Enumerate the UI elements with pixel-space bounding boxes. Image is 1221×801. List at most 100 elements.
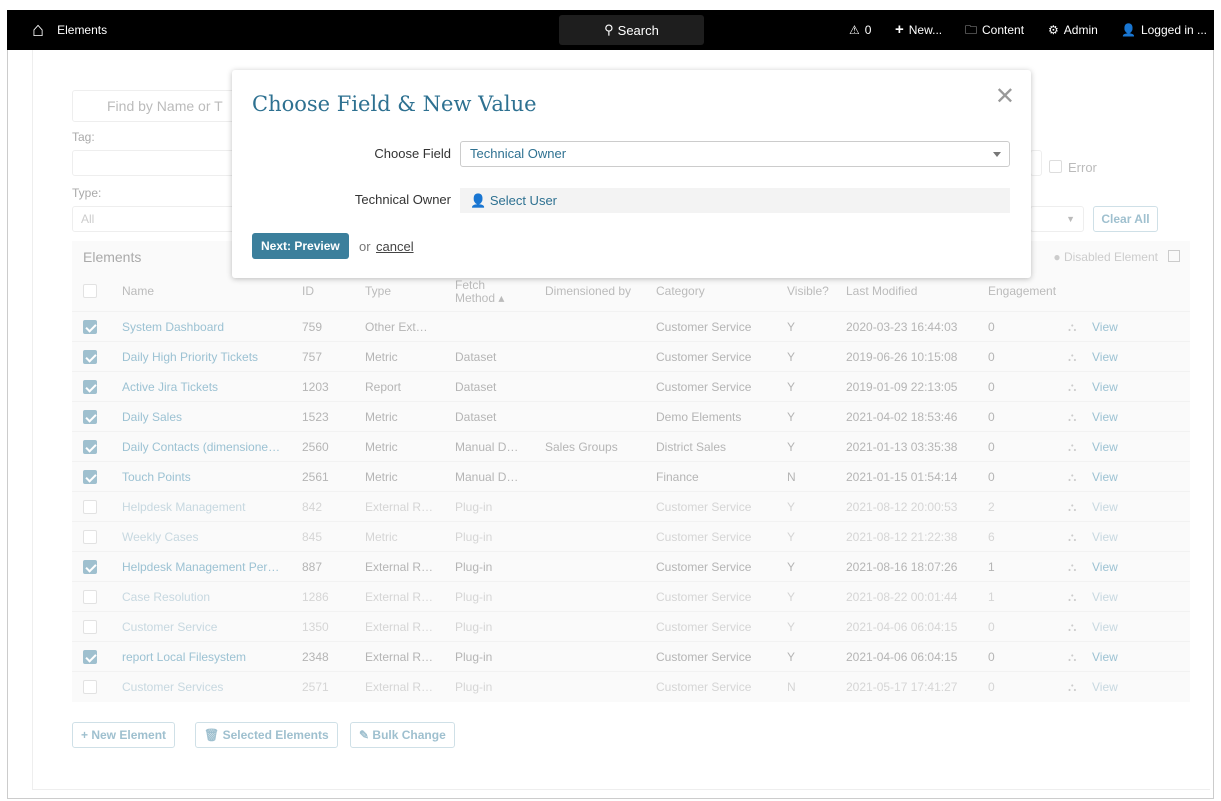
cell-fetch: Plug-in (455, 590, 493, 604)
cell-id: 2571 (302, 680, 329, 694)
cell-name[interactable]: Customer Service (122, 612, 292, 642)
cell-type: External R… (365, 590, 434, 604)
view-link[interactable]: View (1092, 552, 1118, 582)
home-link[interactable]: ⌂ Elements (32, 10, 107, 50)
search-input[interactable]: Find by Name or T (72, 90, 242, 122)
hierarchy-icon[interactable]: ⛬ (1068, 402, 1076, 432)
hierarchy-icon[interactable]: ⛬ (1068, 312, 1076, 342)
hierarchy-icon[interactable]: ⛬ (1068, 612, 1076, 642)
cell-name[interactable]: System Dashboard (122, 312, 292, 342)
cell-fetch: Dataset (455, 410, 497, 424)
cell-engagement: 0 (988, 440, 995, 454)
view-link[interactable]: View (1092, 342, 1118, 372)
row-checkbox[interactable] (83, 380, 97, 394)
new-button[interactable]: + New... (895, 10, 942, 50)
cell-type: Metric (365, 350, 398, 364)
row-checkbox[interactable] (83, 530, 97, 544)
view-link[interactable]: View (1092, 672, 1118, 702)
close-icon[interactable]: ✕ (995, 82, 1015, 111)
cell-visible: Y (787, 650, 796, 664)
view-link[interactable]: View (1092, 402, 1118, 432)
hierarchy-icon[interactable]: ⛬ (1068, 582, 1076, 612)
cell-name[interactable]: report Local Filesystem (122, 642, 292, 672)
hierarchy-icon[interactable]: ⛬ (1068, 372, 1076, 402)
cell-engagement: 0 (988, 620, 995, 634)
cell-engagement: 0 (988, 410, 995, 424)
view-link[interactable]: View (1092, 312, 1118, 342)
bulk-change-button[interactable]: ✎ Bulk Change (350, 722, 455, 748)
cancel-link[interactable]: cancel (376, 239, 414, 254)
row-checkbox[interactable] (83, 320, 97, 334)
cell-type: Metric (365, 440, 398, 454)
clear-all-button[interactable]: Clear All (1093, 206, 1158, 232)
cell-name[interactable]: Touch Points (122, 462, 292, 492)
view-link[interactable]: View (1092, 612, 1118, 642)
alerts-button[interactable]: ⚠ 0 (849, 10, 871, 50)
view-link[interactable]: View (1092, 432, 1118, 462)
selected-elements-button[interactable]: 🗑 Selected Elements (195, 722, 338, 748)
cell-name[interactable]: Daily Contacts (dimensione… (122, 432, 292, 462)
cell-engagement: 1 (988, 560, 995, 574)
select-arrow[interactable]: ▼ (1030, 206, 1084, 232)
view-link[interactable]: View (1092, 582, 1118, 612)
user-menu[interactable]: 👤 Logged in ... (1121, 10, 1207, 50)
row-checkbox[interactable] (83, 620, 97, 634)
hierarchy-icon[interactable]: ⛬ (1068, 342, 1076, 372)
row-checkbox[interactable] (83, 500, 97, 514)
col-name[interactable]: Name (122, 271, 154, 311)
search-button[interactable]: ⚲ Search (559, 15, 704, 45)
admin-button[interactable]: ⚙ Admin (1048, 10, 1098, 50)
view-link[interactable]: View (1092, 372, 1118, 402)
select-user-button[interactable]: 👤 Select User (460, 188, 1010, 213)
cell-name[interactable]: Helpdesk Management (122, 492, 292, 522)
row-checkbox[interactable] (83, 650, 97, 664)
cell-name[interactable]: Weekly Cases (122, 522, 292, 552)
cell-name[interactable]: Case Resolution (122, 582, 292, 612)
error-checkbox[interactable] (1049, 160, 1062, 173)
view-link[interactable]: View (1092, 462, 1118, 492)
cell-engagement: 0 (988, 320, 995, 334)
next-preview-button[interactable]: Next: Preview (252, 233, 349, 259)
row-checkbox[interactable] (83, 590, 97, 604)
tag-input[interactable] (72, 150, 242, 176)
cell-category: Customer Service (656, 560, 752, 574)
new-element-button[interactable]: + New Element (72, 722, 176, 748)
cell-visible: Y (787, 380, 796, 394)
hierarchy-icon[interactable]: ⛬ (1068, 462, 1076, 492)
row-checkbox[interactable] (83, 560, 97, 574)
hierarchy-icon[interactable]: ⛬ (1068, 432, 1076, 462)
trash-icon: 🗑 (204, 728, 220, 742)
cell-visible: Y (787, 590, 796, 604)
cell-type: Report (365, 380, 402, 394)
cell-visible: N (787, 680, 796, 694)
hierarchy-icon[interactable]: ⛬ (1068, 492, 1076, 522)
view-link[interactable]: View (1092, 522, 1118, 552)
content-button[interactable]: 🗀 Content (965, 10, 1024, 50)
cell-name[interactable]: Daily Sales (122, 402, 292, 432)
filter-input-edge[interactable] (1030, 150, 1042, 176)
view-link[interactable]: View (1092, 492, 1118, 522)
hierarchy-icon[interactable]: ⛬ (1068, 522, 1076, 552)
select-all-checkbox[interactable] (83, 284, 97, 298)
cell-name[interactable]: Active Jira Tickets (122, 372, 292, 402)
cell-name[interactable]: Helpdesk Management Per… (122, 552, 292, 582)
row-checkbox[interactable] (83, 680, 97, 694)
hierarchy-icon[interactable]: ⛬ (1068, 672, 1076, 702)
row-checkbox[interactable] (83, 440, 97, 454)
cell-name[interactable]: Daily High Priority Tickets (122, 342, 292, 372)
row-checkbox[interactable] (83, 350, 97, 364)
col-fetch[interactable]: Fetch Method ▴ (455, 279, 515, 305)
columns-icon[interactable] (1168, 250, 1180, 262)
view-link[interactable]: View (1092, 642, 1118, 672)
type-select[interactable]: All (72, 206, 242, 232)
cell-engagement: 0 (988, 650, 995, 664)
tag-label: Tag: (72, 130, 95, 144)
hierarchy-icon[interactable]: ⛬ (1068, 642, 1076, 672)
table-row: Customer Services 2571 External R… Plug-in C… (72, 671, 1190, 701)
choose-field-select[interactable]: Technical Owner (460, 141, 1010, 167)
cell-name[interactable]: Customer Services (122, 672, 292, 702)
row-checkbox[interactable] (83, 470, 97, 484)
row-checkbox[interactable] (83, 410, 97, 424)
hierarchy-icon[interactable]: ⛬ (1068, 552, 1076, 582)
owner-label: Technical Owner (354, 192, 451, 207)
